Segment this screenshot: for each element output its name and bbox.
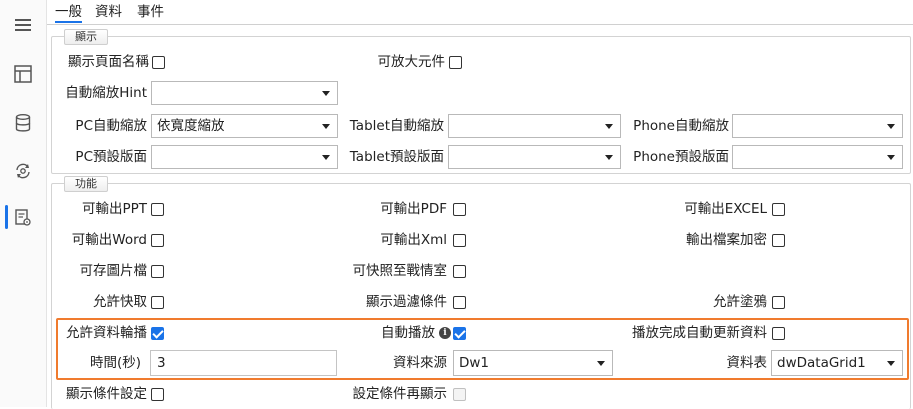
report-settings-icon[interactable]: [13, 208, 33, 228]
export-ppt-label: 可輸出PPT: [81, 201, 147, 217]
data-source-value: Dw1: [459, 355, 490, 371]
chevron-down-icon: [322, 91, 330, 96]
data-table-label: 資料表: [726, 355, 768, 371]
export-excel-label: 可輸出EXCEL: [684, 201, 767, 217]
export-encrypt-checkbox[interactable]: [772, 234, 785, 247]
database-icon[interactable]: [13, 113, 33, 133]
allow-cache-checkbox[interactable]: [151, 296, 164, 309]
chevron-down-icon: [887, 155, 895, 160]
sidebar: [0, 0, 47, 407]
allow-annotation-label: 允許塗鴉: [713, 294, 767, 310]
show-after-condition-set-checkbox[interactable]: [453, 388, 466, 401]
snapshot-war-room-label: 可快照至戰情室: [352, 263, 448, 279]
chevron-down-icon: [322, 155, 330, 160]
export-pdf-checkbox[interactable]: [453, 203, 466, 216]
auto-zoom-hint-label: 自動縮放Hint: [65, 85, 147, 101]
data-source-select[interactable]: Dw1: [453, 350, 613, 376]
allow-annotation-checkbox[interactable]: [772, 296, 785, 309]
export-excel-checkbox[interactable]: [772, 203, 785, 216]
export-encrypt-label: 輸出檔案加密: [686, 232, 767, 248]
tab-bar: 一般 資料 事件: [47, 0, 913, 25]
function-group-legend: 功能: [64, 176, 108, 192]
interval-label: 時間(秒): [89, 355, 141, 371]
show-condition-settings-label: 顯示條件設定: [66, 386, 147, 402]
pc-default-layout-label: PC預設版面: [75, 149, 147, 165]
pc-auto-zoom-select[interactable]: 依寬度縮放: [151, 114, 338, 138]
interval-input[interactable]: [150, 350, 337, 376]
tab-general[interactable]: 一般: [55, 3, 82, 23]
auto-zoom-hint-select[interactable]: [151, 81, 338, 105]
show-condition-settings-checkbox[interactable]: [151, 388, 164, 401]
pc-default-layout-select[interactable]: [151, 145, 338, 169]
display-group-legend: 顯示: [64, 29, 108, 45]
save-image-label: 可存圖片檔: [79, 263, 148, 279]
tab-data[interactable]: 資料: [95, 3, 122, 23]
show-filter-conditions-checkbox[interactable]: [453, 296, 466, 309]
active-indicator: [5, 205, 8, 229]
zoomable-element-label: 可放大元件: [377, 54, 446, 70]
show-page-name-label: 顯示頁面名稱: [68, 54, 149, 70]
snapshot-war-room-checkbox[interactable]: [453, 265, 466, 278]
tablet-default-layout-label: Tablet預設版面: [349, 149, 444, 165]
pc-auto-zoom-label: PC自動縮放: [75, 118, 147, 134]
menu-icon[interactable]: [13, 15, 33, 35]
show-page-name-checkbox[interactable]: [152, 56, 165, 69]
tablet-default-layout-select[interactable]: [448, 145, 621, 169]
phone-auto-zoom-select[interactable]: [732, 114, 903, 138]
pc-auto-zoom-value: 依寬度縮放: [157, 118, 225, 134]
chevron-down-icon: [322, 124, 330, 129]
auto-play-label: 自動播放: [381, 325, 435, 341]
tab-events[interactable]: 事件: [137, 3, 164, 23]
allow-data-carousel-checkbox[interactable]: [151, 327, 164, 340]
allow-data-carousel-label: 允許資料輪播: [66, 325, 147, 341]
export-xml-checkbox[interactable]: [453, 234, 466, 247]
refresh-after-play-label: 播放完成自動更新資料: [632, 325, 767, 341]
show-filter-conditions-label: 顯示過濾條件: [366, 294, 447, 310]
export-word-label: 可輸出Word: [71, 232, 147, 248]
sync-settings-icon[interactable]: [13, 161, 33, 181]
zoomable-element-checkbox[interactable]: [449, 56, 462, 69]
chevron-down-icon: [887, 361, 895, 366]
chevron-down-icon: [597, 361, 605, 366]
tablet-auto-zoom-select[interactable]: [448, 114, 621, 138]
export-xml-label: 可輸出Xml: [380, 232, 447, 248]
refresh-after-play-checkbox[interactable]: [772, 327, 785, 340]
show-after-condition-set-label: 設定條件再顯示: [352, 386, 448, 402]
data-table-value: dwDataGrid1: [777, 355, 866, 371]
export-ppt-checkbox[interactable]: [151, 203, 164, 216]
save-image-checkbox[interactable]: [151, 265, 164, 278]
chevron-down-icon: [605, 155, 613, 160]
data-source-label: 資料來源: [393, 355, 447, 371]
allow-cache-label: 允許快取: [93, 294, 147, 310]
export-word-checkbox[interactable]: [151, 234, 164, 247]
chevron-down-icon: [887, 124, 895, 129]
tablet-auto-zoom-label: Tablet自動縮放: [349, 118, 444, 134]
auto-play-checkbox[interactable]: [453, 327, 466, 340]
info-icon[interactable]: i: [439, 327, 451, 339]
phone-auto-zoom-label: Phone自動縮放: [633, 118, 729, 134]
phone-default-layout-label: Phone預設版面: [633, 149, 729, 165]
layout-icon[interactable]: [13, 64, 33, 84]
export-pdf-label: 可輸出PDF: [380, 201, 447, 217]
data-table-select[interactable]: dwDataGrid1: [771, 350, 903, 376]
main-panel: 一般 資料 事件 顯示 顯示頁面名稱 可放大元件 自動縮放Hint PC自動縮放…: [47, 0, 913, 409]
phone-default-layout-select[interactable]: [732, 145, 903, 169]
chevron-down-icon: [605, 124, 613, 129]
